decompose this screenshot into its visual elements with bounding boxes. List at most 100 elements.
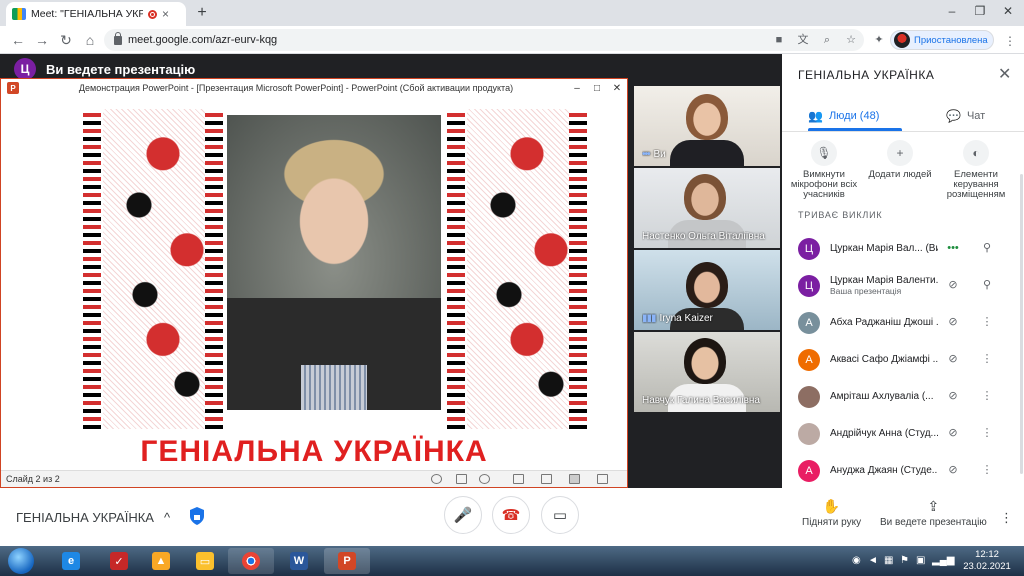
powerpoint-icon: P bbox=[338, 552, 356, 570]
tray-icon[interactable]: ◉ bbox=[852, 555, 861, 566]
slide-sorter-icon[interactable] bbox=[541, 474, 552, 484]
participant-row[interactable]: Ц Цуркан Марія Вал... (Ви) ••• ⚲ bbox=[782, 230, 1024, 267]
menu-icon[interactable] bbox=[456, 474, 467, 484]
participant-text: Абха Раджаніш Джоші ... bbox=[830, 317, 938, 328]
profile-button[interactable]: Приостановлена bbox=[890, 30, 994, 50]
ie-app[interactable]: e bbox=[48, 548, 94, 574]
powerpoint-app[interactable]: P bbox=[324, 548, 370, 574]
back-icon[interactable]: ← bbox=[8, 30, 28, 50]
mic-button[interactable]: 🎤 bbox=[444, 496, 482, 534]
network-icon[interactable]: ▦ bbox=[884, 555, 893, 566]
meet-favicon-icon bbox=[12, 8, 26, 20]
new-tab-button[interactable]: + bbox=[192, 3, 212, 23]
participant-row[interactable]: А Ануджа Джаян (Студе... ⊘ ⋮ bbox=[782, 452, 1024, 489]
close-icon[interactable]: ✕ bbox=[998, 64, 1011, 84]
ppt-minimize-icon[interactable]: – bbox=[567, 83, 587, 94]
chrome-app[interactable] bbox=[228, 548, 274, 574]
add-people-label: Додати людей bbox=[868, 169, 932, 180]
scrollbar[interactable] bbox=[1020, 174, 1023, 474]
tray-icon[interactable]: ⚑ bbox=[900, 555, 909, 566]
mute-all-button[interactable]: 🎙 Вимкнути мікрофони всіх учасників bbox=[786, 140, 862, 200]
close-window-button[interactable]: ✕ bbox=[996, 0, 1020, 22]
shield-icon[interactable] bbox=[188, 506, 206, 526]
mic-off-icon[interactable]: ⊘ bbox=[946, 315, 960, 329]
section-label: ТРИВАЄ ВИКЛИК bbox=[798, 210, 883, 220]
forward-icon[interactable]: → bbox=[32, 30, 52, 50]
participant-tile[interactable]: ▮▮▮ Iryna Kaizer bbox=[634, 250, 780, 330]
slideshow-icon[interactable] bbox=[597, 474, 608, 484]
address-bar[interactable]: meet.google.com/azr-eurv-kqg bbox=[104, 29, 864, 51]
star-icon[interactable]: ☆ bbox=[844, 34, 858, 46]
next-slide-icon[interactable] bbox=[479, 474, 490, 484]
mic-off-icon[interactable]: ⊘ bbox=[946, 278, 960, 292]
more-options-icon[interactable]: ⋮ bbox=[980, 463, 994, 477]
recording-icon bbox=[148, 9, 157, 19]
participant-text: Ануджа Джаян (Студе... bbox=[830, 465, 938, 476]
more-options-icon[interactable]: ⋮ bbox=[980, 426, 994, 440]
tile-name: ••• Ви bbox=[642, 149, 776, 160]
participant-tile[interactable]: Навчук Галина Василівна bbox=[634, 332, 780, 412]
pin-icon[interactable]: ⚲ bbox=[980, 241, 994, 255]
mic-off-icon[interactable]: ⊘ bbox=[946, 352, 960, 366]
prev-slide-icon[interactable] bbox=[431, 474, 442, 484]
signal-icon[interactable]: ▂▄▆ bbox=[932, 555, 954, 566]
minimize-button[interactable]: – bbox=[940, 0, 964, 22]
explorer-app[interactable]: ▭ bbox=[182, 548, 228, 574]
reading-view-icon[interactable] bbox=[569, 474, 580, 484]
meeting-details-button[interactable]: ГЕНІАЛЬНА УКРАЇНКА ^ bbox=[16, 510, 170, 525]
taskbar-clock[interactable]: 12:12 23.02.2021 bbox=[962, 549, 1012, 573]
browser-menu-icon[interactable]: ⋮ bbox=[1004, 34, 1016, 48]
participant-row[interactable]: Амріташ Ахлуваліа (... ⊘ ⋮ bbox=[782, 378, 1024, 415]
presenting-banner: Ц Ви ведете презентацію bbox=[14, 58, 195, 80]
avatar: А bbox=[798, 459, 820, 482]
translate-icon[interactable]: 文 bbox=[796, 34, 810, 46]
home-icon[interactable]: ⌂ bbox=[80, 30, 100, 50]
volume-icon[interactable]: ◄ bbox=[868, 555, 878, 566]
tab-people[interactable]: 👥 Люди (48) bbox=[808, 102, 879, 130]
word-app[interactable]: W bbox=[276, 548, 322, 574]
more-options-icon[interactable]: ⋮ bbox=[980, 389, 994, 403]
camera-button[interactable]: ▭ bbox=[541, 496, 579, 534]
host-controls-button[interactable]: ◐ Елементи керування розміщенням bbox=[938, 140, 1014, 200]
tab-close-icon[interactable]: × bbox=[162, 7, 169, 21]
powerpoint-window: P Демонстрация PowerPoint - [Презентация… bbox=[0, 78, 628, 488]
participant-row[interactable]: Андрійчук Анна (Студ... ⊘ ⋮ bbox=[782, 415, 1024, 452]
participant-text: Цуркан Марія Вал... (Ви) bbox=[830, 243, 938, 254]
reload-icon[interactable]: ↻ bbox=[56, 30, 76, 50]
ppt-close-icon[interactable]: ✕ bbox=[607, 83, 627, 94]
participant-row[interactable]: Ц Цуркан Марія Валенти... Ваша презентація… bbox=[782, 267, 1024, 304]
powerpoint-icon: P bbox=[7, 82, 19, 94]
more-options-icon[interactable]: ⋮ bbox=[980, 352, 994, 366]
extensions-icon[interactable]: ✦ bbox=[872, 34, 886, 46]
app-button[interactable]: ▲ bbox=[138, 548, 184, 574]
mic-off-icon[interactable]: ⊘ bbox=[946, 389, 960, 403]
mic-off-icon[interactable]: ⊘ bbox=[946, 463, 960, 477]
participant-row[interactable]: А Абха Раджаніш Джоші ... ⊘ ⋮ bbox=[782, 304, 1024, 341]
camera-icon[interactable]: ■ bbox=[772, 34, 786, 46]
add-people-button[interactable]: + Додати людей bbox=[862, 140, 938, 180]
start-button[interactable] bbox=[8, 548, 34, 574]
tab-chat[interactable]: 💬 Чат bbox=[946, 102, 985, 130]
app-button[interactable]: ✓ bbox=[96, 548, 142, 574]
people-panel: ГЕНІАЛЬНА УКРАЇНКА ✕ 👥 Люди (48) 💬 Чат 🎙… bbox=[782, 54, 1024, 488]
participant-tile[interactable]: Настенко Ольга Віталіївна bbox=[634, 168, 780, 248]
mic-off-icon: 🎙 bbox=[811, 140, 837, 166]
participant-name: Абха Раджаніш Джоші ... bbox=[830, 317, 938, 328]
audio-indicator-icon[interactable]: ••• bbox=[946, 241, 960, 255]
clock-time: 12:12 bbox=[975, 549, 999, 560]
browser-tab[interactable]: Meet: "ГЕНІАЛЬНА УКРАЇНКА × bbox=[6, 2, 186, 26]
tray-icon[interactable]: ▣ bbox=[916, 555, 925, 566]
mic-off-icon[interactable]: ⊘ bbox=[946, 426, 960, 440]
more-options-icon[interactable]: ⋮ bbox=[1000, 510, 1013, 526]
zoom-icon[interactable]: ⌕ bbox=[820, 34, 834, 46]
more-options-icon[interactable]: ⋮ bbox=[980, 315, 994, 329]
pin-icon[interactable]: ⚲ bbox=[980, 278, 994, 292]
ppt-maximize-icon[interactable]: □ bbox=[587, 83, 607, 94]
hang-up-button[interactable]: ☎ bbox=[492, 496, 530, 534]
raise-hand-button[interactable]: ✋ Підняти руку bbox=[802, 498, 861, 528]
participant-row[interactable]: А Аквасі Сафо Джіамфі ... ⊘ ⋮ bbox=[782, 341, 1024, 378]
participant-tile[interactable]: ••• Ви bbox=[634, 86, 780, 166]
present-button[interactable]: ⇪ Ви ведете презентацію bbox=[880, 498, 987, 528]
maximize-button[interactable]: ❐ bbox=[968, 0, 992, 22]
normal-view-icon[interactable] bbox=[513, 474, 524, 484]
